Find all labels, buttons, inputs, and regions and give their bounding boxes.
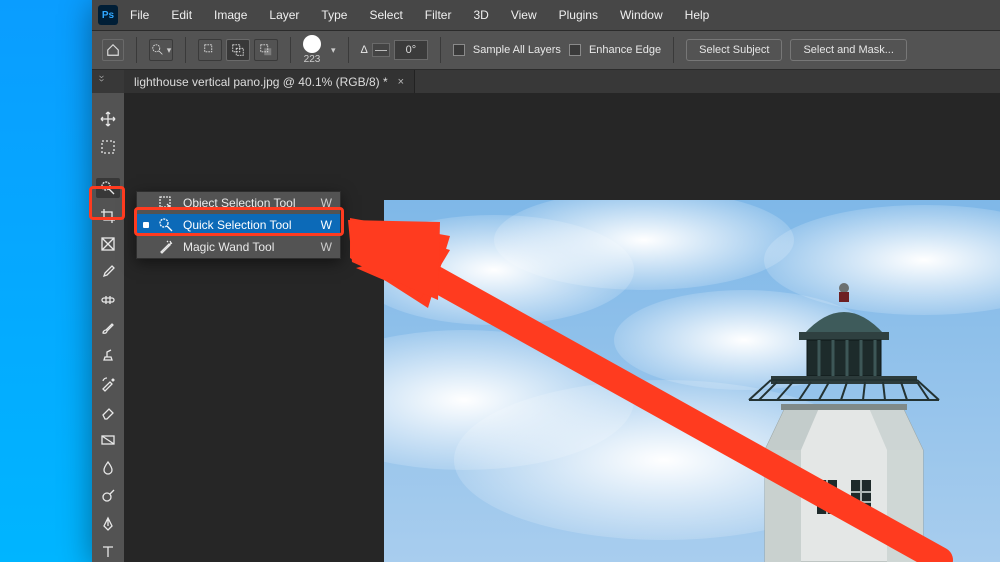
- menu-item-file[interactable]: File: [120, 4, 159, 26]
- options-bar: ▾ 223 ▾ Δ 0°: [92, 30, 1000, 70]
- quick-selection-icon: [157, 216, 175, 234]
- new-selection-button[interactable]: [198, 39, 222, 61]
- flyout-item-label: Quick Selection Tool: [183, 218, 313, 232]
- checkbox-icon: [569, 44, 581, 56]
- menu-item-3d[interactable]: 3D: [463, 4, 498, 26]
- angle-label: Δ: [361, 44, 368, 56]
- flyout-object-selection[interactable]: Object Selection Tool W: [137, 192, 340, 214]
- gradient-tool[interactable]: [96, 430, 120, 450]
- canvas-area[interactable]: [124, 93, 1000, 562]
- document-tab-title: lighthouse vertical pano.jpg @ 40.1% (RG…: [134, 75, 388, 89]
- app-logo-icon: Ps: [98, 5, 118, 25]
- flyout-quick-selection[interactable]: Quick Selection Tool W: [137, 214, 340, 236]
- expand-panels-icon[interactable]: ››: [96, 75, 107, 82]
- flyout-item-label: Magic Wand Tool: [183, 240, 313, 254]
- flyout-item-label: Object Selection Tool: [183, 196, 313, 210]
- clone-stamp-tool[interactable]: [96, 346, 120, 366]
- menu-item-view[interactable]: View: [501, 4, 547, 26]
- dodge-tool[interactable]: [96, 486, 120, 506]
- add-to-selection-button[interactable]: [226, 39, 250, 61]
- sample-all-layers-label: Sample All Layers: [473, 44, 561, 56]
- select-and-mask-button[interactable]: Select and Mask...: [790, 39, 907, 61]
- flyout-magic-wand[interactable]: Magic Wand Tool W: [137, 236, 340, 258]
- quick-selection-tool[interactable]: [96, 178, 120, 198]
- enhance-edge-checkbox[interactable]: Enhance Edge: [569, 44, 661, 56]
- move-tool[interactable]: [96, 109, 120, 129]
- document-tab-strip: lighthouse vertical pano.jpg @ 40.1% (RG…: [92, 70, 1000, 93]
- tool-preset-picker[interactable]: ▾: [149, 39, 173, 61]
- blur-tool[interactable]: [96, 458, 120, 478]
- marquee-tool[interactable]: [96, 137, 120, 157]
- menu-item-image[interactable]: Image: [204, 4, 257, 26]
- menu-item-window[interactable]: Window: [610, 4, 673, 26]
- checkbox-icon: [453, 44, 465, 56]
- object-selection-icon: [157, 194, 175, 212]
- angle-input[interactable]: 0°: [394, 40, 428, 60]
- sample-all-layers-checkbox[interactable]: Sample All Layers: [453, 44, 561, 56]
- brush-tool[interactable]: [96, 318, 120, 338]
- flyout-item-shortcut: W: [321, 218, 332, 232]
- eyedropper-tool[interactable]: [96, 262, 120, 282]
- brush-preview-icon: [303, 35, 321, 53]
- menu-item-type[interactable]: Type: [311, 4, 357, 26]
- menu-item-edit[interactable]: Edit: [161, 4, 202, 26]
- chevron-down-icon: ▾: [167, 45, 172, 56]
- tool-palette: [92, 93, 124, 562]
- document-image[interactable]: [384, 200, 1000, 562]
- healing-brush-tool[interactable]: [96, 290, 120, 310]
- tool-flyout-menu: Object Selection Tool W Quick Selection …: [136, 191, 341, 259]
- flyout-item-shortcut: W: [321, 196, 332, 210]
- select-subject-button[interactable]: Select Subject: [686, 39, 782, 61]
- brush-picker[interactable]: 223: [303, 35, 321, 65]
- crop-tool[interactable]: [96, 206, 120, 226]
- chevron-down-icon: ▾: [331, 45, 336, 56]
- menu-item-plugins[interactable]: Plugins: [549, 4, 608, 26]
- frame-tool[interactable]: [96, 234, 120, 254]
- angle-swatch-icon[interactable]: [372, 43, 390, 57]
- type-tool[interactable]: [96, 542, 120, 562]
- home-button[interactable]: [102, 39, 124, 61]
- menu-item-help[interactable]: Help: [675, 4, 720, 26]
- menu-item-layer[interactable]: Layer: [259, 4, 309, 26]
- menu-item-select[interactable]: Select: [359, 4, 412, 26]
- magic-wand-icon: [157, 238, 175, 256]
- menu-item-filter[interactable]: Filter: [415, 4, 462, 26]
- flyout-item-shortcut: W: [321, 240, 332, 254]
- pen-tool[interactable]: [96, 514, 120, 534]
- menu-bar: Ps File Edit Image Layer Type Select Fil…: [92, 0, 1000, 30]
- eraser-tool[interactable]: [96, 402, 120, 422]
- history-brush-tool[interactable]: [96, 374, 120, 394]
- subtract-from-selection-button[interactable]: [254, 39, 278, 61]
- document-tab[interactable]: lighthouse vertical pano.jpg @ 40.1% (RG…: [124, 70, 415, 93]
- close-tab-icon[interactable]: ×: [398, 76, 404, 88]
- enhance-edge-label: Enhance Edge: [589, 44, 661, 56]
- brush-size-value: 223: [304, 54, 321, 65]
